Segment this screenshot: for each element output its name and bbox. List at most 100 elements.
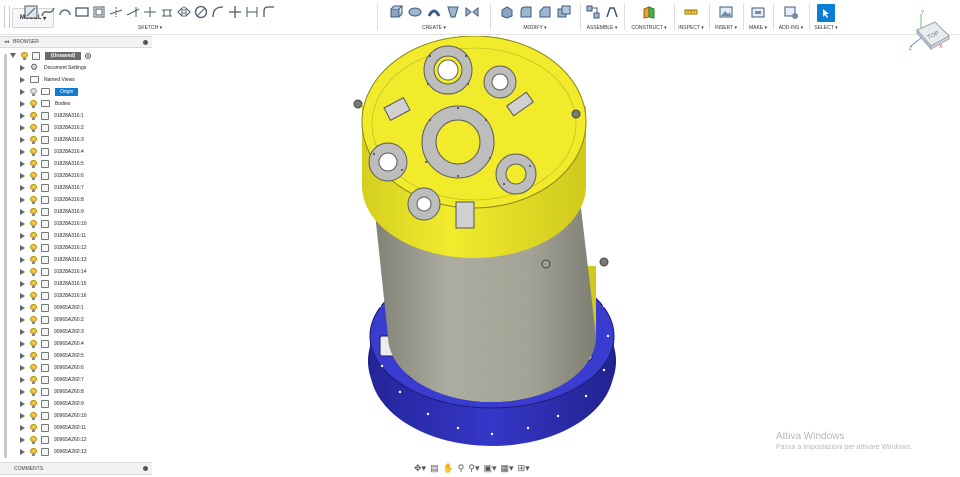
browser-options-icon[interactable] bbox=[143, 39, 148, 45]
visibility-bulb-icon[interactable] bbox=[30, 195, 37, 204]
visibility-bulb-icon[interactable] bbox=[30, 159, 37, 168]
browser-item[interactable]: 91828A316:7 bbox=[20, 182, 84, 193]
visibility-bulb-icon[interactable] bbox=[30, 303, 37, 312]
canvas-model[interactable] bbox=[340, 35, 640, 460]
visibility-bulb-icon[interactable] bbox=[30, 171, 37, 180]
joint-icon[interactable] bbox=[604, 4, 620, 20]
construction-line-icon[interactable] bbox=[245, 4, 259, 20]
visibility-bulb-icon[interactable] bbox=[30, 99, 37, 108]
expand-triangle-icon[interactable] bbox=[20, 148, 25, 155]
expand-triangle-icon[interactable] bbox=[10, 53, 16, 58]
browser-item[interactable]: 91828A316:10 bbox=[20, 218, 87, 229]
expand-triangle-icon[interactable] bbox=[20, 412, 25, 419]
browser-item[interactable]: 90965A260:9 bbox=[20, 398, 84, 409]
pan-icon[interactable]: ✋ bbox=[443, 462, 454, 474]
revolve-icon[interactable] bbox=[407, 4, 423, 20]
browser-item[interactable]: 91828A316:1 bbox=[20, 110, 84, 121]
create-menu[interactable]: CREATE ▾ bbox=[380, 25, 488, 31]
visibility-bulb-icon[interactable] bbox=[30, 255, 37, 264]
modify-menu[interactable]: MODIFY ▾ bbox=[492, 25, 578, 31]
look-at-icon[interactable]: ▤ bbox=[430, 462, 439, 474]
visibility-bulb-icon[interactable] bbox=[30, 183, 37, 192]
expand-triangle-icon[interactable] bbox=[20, 160, 25, 167]
expand-triangle-icon[interactable] bbox=[20, 100, 25, 107]
expand-triangle-icon[interactable] bbox=[20, 268, 25, 275]
visibility-bulb-icon[interactable] bbox=[30, 135, 37, 144]
expand-triangle-icon[interactable] bbox=[20, 400, 25, 407]
orbit-icon[interactable]: ✥▾ bbox=[414, 462, 426, 474]
expand-triangle-icon[interactable] bbox=[20, 388, 25, 395]
new-component-icon[interactable] bbox=[585, 4, 601, 20]
expand-triangle-icon[interactable] bbox=[20, 376, 25, 383]
browser-item[interactable]: 90965A260:10 bbox=[20, 410, 87, 421]
browser-item[interactable]: 91828A316:15 bbox=[20, 278, 87, 289]
rectangle-icon[interactable] bbox=[75, 4, 89, 20]
visibility-bulb-icon[interactable] bbox=[30, 363, 37, 372]
browser-item[interactable]: 90965A260:1 bbox=[20, 302, 84, 313]
browser-item[interactable]: 91828A316:16 bbox=[20, 290, 87, 301]
expand-triangle-icon[interactable] bbox=[20, 64, 25, 71]
visibility-bulb-icon[interactable] bbox=[30, 231, 37, 240]
visibility-bulb-icon[interactable] bbox=[30, 375, 37, 384]
sweep-icon[interactable] bbox=[426, 4, 442, 20]
break-icon[interactable] bbox=[143, 4, 157, 20]
select-cursor-icon[interactable] bbox=[817, 4, 835, 22]
visibility-bulb-icon[interactable] bbox=[30, 387, 37, 396]
sketch-menu[interactable]: SKETCH ▾ bbox=[58, 25, 242, 31]
visibility-bulb-icon[interactable] bbox=[30, 111, 37, 120]
expand-triangle-icon[interactable] bbox=[20, 220, 25, 227]
expand-triangle-icon[interactable] bbox=[20, 256, 25, 263]
sketch-fillet-icon[interactable] bbox=[262, 4, 276, 20]
fillet-arc-icon[interactable] bbox=[211, 4, 225, 20]
browser-item[interactable]: 90965A260:7 bbox=[20, 374, 84, 385]
display-settings-icon[interactable]: ▣▾ bbox=[484, 462, 497, 474]
sketch-dimension-icon[interactable] bbox=[160, 4, 174, 20]
visibility-bulb-icon[interactable] bbox=[30, 447, 37, 456]
extend-icon[interactable] bbox=[126, 4, 140, 20]
make-menu[interactable]: MAKE ▾ bbox=[745, 25, 771, 31]
viewcube[interactable]: TOP Y Z X bbox=[905, 8, 955, 52]
visibility-bulb-icon[interactable] bbox=[30, 87, 37, 96]
circle-icon[interactable] bbox=[194, 4, 208, 20]
expand-triangle-icon[interactable] bbox=[20, 196, 25, 203]
grid-settings-icon[interactable]: ▦▾ bbox=[501, 462, 514, 474]
select-menu[interactable]: SELECT ▾ bbox=[811, 25, 841, 31]
collapse-arrows-icon[interactable]: ◂◂ bbox=[4, 39, 9, 45]
expand-triangle-icon[interactable] bbox=[20, 112, 25, 119]
browser-item[interactable]: 90965A260:2 bbox=[20, 314, 84, 325]
visibility-bulb-icon[interactable] bbox=[30, 291, 37, 300]
expand-triangle-icon[interactable] bbox=[20, 88, 25, 95]
browser-item[interactable]: 90965A260:12 bbox=[20, 434, 87, 445]
expand-triangle-icon[interactable] bbox=[20, 292, 25, 299]
chamfer-icon[interactable] bbox=[537, 4, 553, 20]
toolbar-grip[interactable] bbox=[4, 6, 10, 28]
browser-item[interactable]: 91828A316:6 bbox=[20, 170, 84, 181]
expand-triangle-icon[interactable] bbox=[20, 364, 25, 371]
expand-triangle-icon[interactable] bbox=[20, 316, 25, 323]
trim-icon[interactable] bbox=[109, 4, 123, 20]
browser-item[interactable]: 90965A260:13 bbox=[20, 446, 87, 457]
point-cross-icon[interactable] bbox=[228, 4, 242, 20]
create-mirror-icon[interactable] bbox=[464, 4, 480, 20]
spline-icon[interactable] bbox=[41, 4, 55, 20]
browser-item[interactable]: 91828A316:14 bbox=[20, 266, 87, 277]
visibility-bulb-icon[interactable] bbox=[30, 219, 37, 228]
expand-triangle-icon[interactable] bbox=[20, 232, 25, 239]
browser-item[interactable]: 91828A316:12 bbox=[20, 242, 87, 253]
expand-triangle-icon[interactable] bbox=[20, 208, 25, 215]
expand-triangle-icon[interactable] bbox=[20, 280, 25, 287]
browser-item[interactable]: 90965A260:5 bbox=[20, 350, 84, 361]
browser-item[interactable]: 90965A260:3 bbox=[20, 326, 84, 337]
visibility-bulb-icon[interactable] bbox=[21, 51, 28, 60]
browser-root-row[interactable]: (Unsaved) bbox=[10, 50, 92, 61]
browser-scrollbar[interactable] bbox=[4, 54, 7, 458]
browser-item[interactable]: 90965A260:6 bbox=[20, 362, 84, 373]
expand-triangle-icon[interactable] bbox=[20, 136, 25, 143]
expand-triangle-icon[interactable] bbox=[20, 328, 25, 335]
visibility-bulb-icon[interactable] bbox=[30, 207, 37, 216]
comments-panel[interactable]: COMMENTS bbox=[0, 462, 152, 475]
arc-icon[interactable] bbox=[58, 4, 72, 20]
press-pull-icon[interactable] bbox=[499, 4, 515, 20]
browser-item[interactable]: 91828A316:13 bbox=[20, 254, 87, 265]
extrude-icon[interactable] bbox=[388, 4, 404, 20]
